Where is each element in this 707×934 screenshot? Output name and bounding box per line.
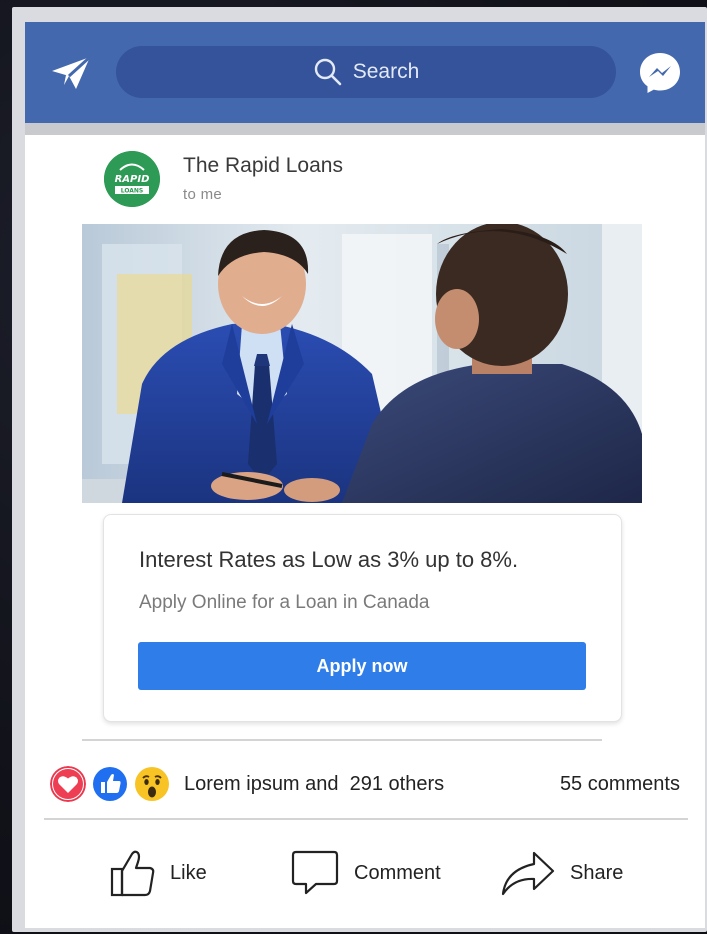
- thumbs-up-icon: [93, 767, 127, 801]
- ad-photo: [82, 224, 642, 503]
- messenger-icon[interactable]: [638, 51, 682, 95]
- thumbs-up-outline-icon: [110, 850, 155, 897]
- share-button[interactable]: Share: [500, 845, 623, 901]
- comments-count[interactable]: 55 comments: [560, 773, 680, 796]
- svg-text:LOANS: LOANS: [121, 188, 144, 195]
- topbar-divider: [25, 123, 705, 135]
- divider: [82, 739, 602, 741]
- actions-divider: [44, 818, 688, 820]
- like-button[interactable]: Like: [110, 845, 207, 901]
- comment-label: Comment: [354, 861, 441, 884]
- search-icon: [314, 58, 342, 86]
- search-bar[interactable]: Search: [116, 46, 616, 98]
- rapid-loans-logo: RAPID LOANS: [104, 151, 160, 207]
- recipient-label: to me: [183, 186, 223, 203]
- share-label: Share: [570, 861, 624, 884]
- reactions-summary[interactable]: Lorem ipsum and 291 others: [184, 773, 444, 796]
- sender-avatar[interactable]: RAPID LOANS: [104, 151, 160, 207]
- comment-button[interactable]: Comment: [290, 845, 441, 901]
- like-label: Like: [170, 861, 207, 884]
- sender-name[interactable]: The Rapid Loans: [183, 154, 343, 178]
- wow-face-icon: [135, 767, 169, 801]
- paper-plane-icon[interactable]: [50, 55, 92, 91]
- reaction-icons[interactable]: [50, 766, 175, 802]
- apply-now-button[interactable]: Apply now: [138, 642, 586, 690]
- search-placeholder: Search: [352, 60, 420, 83]
- svg-text:RAPID: RAPID: [115, 174, 150, 185]
- heart-icon: [50, 766, 86, 802]
- share-arrow-icon: [501, 851, 555, 896]
- ad-subline: Apply Online for a Loan in Canada: [139, 592, 430, 613]
- comment-bubble-icon: [291, 850, 339, 895]
- ad-headline: Interest Rates as Low as 3% up to 8%.: [139, 547, 519, 572]
- ad-info-box: [103, 514, 622, 722]
